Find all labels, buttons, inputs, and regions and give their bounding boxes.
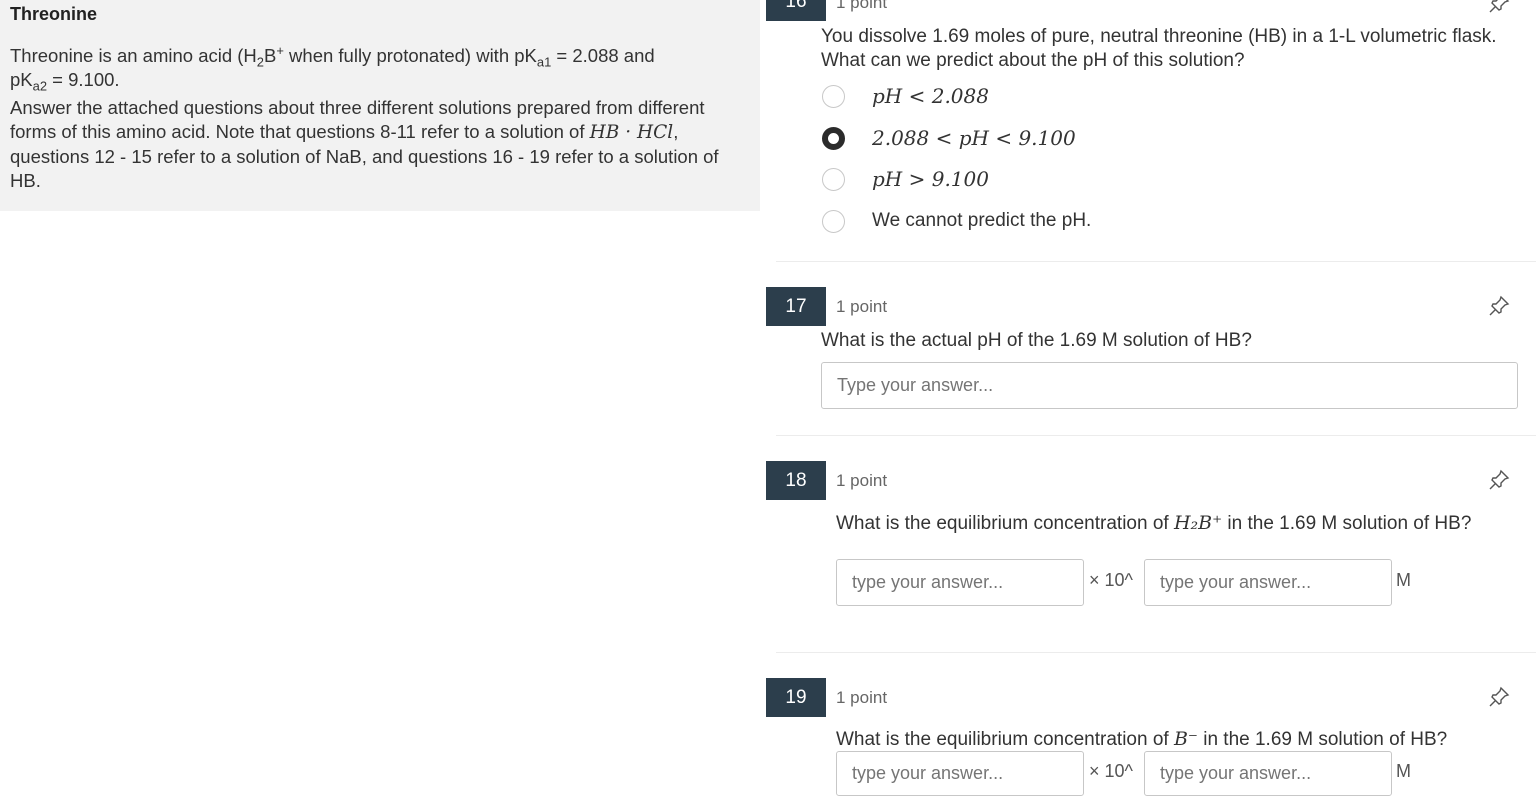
question-18-text: What is the equilibrium concentration of… [836, 512, 1472, 534]
intro-paragraph-2: Answer the attached questions about thre… [10, 97, 719, 191]
pushpin-icon[interactable] [1488, 469, 1510, 491]
formula: B⁻ [1173, 728, 1198, 750]
option-label: pH > 9.100 [872, 167, 989, 191]
question-number: 19 [766, 678, 826, 717]
option-label: 2.088 < pH < 9.100 [872, 126, 1076, 150]
coefficient-input[interactable] [836, 559, 1084, 606]
answer-input[interactable] [821, 362, 1518, 409]
question-points: 1 point [836, 0, 888, 12]
pushpin-icon[interactable] [1488, 686, 1510, 708]
radio-button[interactable] [822, 84, 845, 108]
radio-button[interactable] [822, 167, 845, 191]
intro-paragraph-1: Threonine is an amino acid (H2B+ when fu… [10, 42, 655, 94]
pushpin-icon[interactable] [1488, 0, 1510, 14]
times-ten-label: × 10^ [1089, 761, 1133, 781]
formula: H₂B⁺ [1173, 512, 1223, 534]
unit-label: M [1396, 570, 1411, 590]
unit-label: M [1396, 761, 1411, 781]
question-points: 1 point [836, 688, 888, 707]
option-ph-below-pka1[interactable]: pH < 2.088 [822, 82, 989, 110]
question-17-text: What is the actual pH of the 1.69 M solu… [821, 330, 1252, 351]
radio-button-selected[interactable] [822, 126, 845, 150]
option-label: pH < 2.088 [872, 84, 989, 108]
intro-formula: HB · HCl [589, 122, 674, 143]
option-ph-between[interactable]: 2.088 < pH < 9.100 [822, 124, 1076, 152]
option-cannot-predict[interactable]: We cannot predict the pH. [822, 207, 1091, 235]
question-16-text: You dissolve 1.69 moles of pure, neutral… [821, 26, 1497, 71]
divider [776, 652, 1536, 653]
exponent-input[interactable] [1144, 559, 1392, 606]
coefficient-input[interactable] [836, 751, 1084, 796]
option-ph-above-pka2[interactable]: pH > 9.100 [822, 165, 989, 193]
exponent-input[interactable] [1144, 751, 1392, 796]
question-number: 16 [766, 0, 826, 21]
times-ten-label: × 10^ [1089, 570, 1133, 590]
question-points: 1 point [836, 297, 888, 316]
question-19-text: What is the equilibrium concentration of… [836, 728, 1448, 750]
intro-title: Threonine [10, 4, 98, 24]
radio-button[interactable] [822, 209, 845, 233]
question-points: 1 point [836, 471, 888, 490]
divider [776, 435, 1536, 436]
question-number: 18 [766, 461, 826, 500]
question-number: 17 [766, 287, 826, 326]
intro-panel: Threonine Threonine is an amino acid (H2… [0, 0, 760, 211]
pushpin-icon[interactable] [1488, 295, 1510, 317]
divider [776, 261, 1536, 262]
option-label: We cannot predict the pH. [872, 210, 1092, 231]
